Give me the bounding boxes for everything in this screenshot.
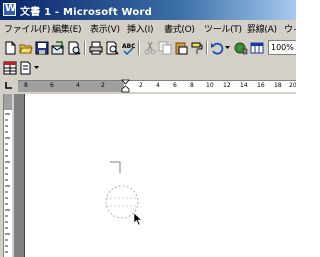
open-folder-icon[interactable]	[19, 41, 33, 55]
ruler-label: 14	[240, 82, 248, 89]
new-document-icon[interactable]	[3, 41, 17, 55]
menu-bar: ファイル(F) 編集(E) 表示(V) 挿入(I) 書式(O) ツール(T) 罫…	[0, 20, 296, 38]
ruler-label: 6	[50, 82, 54, 89]
print-preview-icon[interactable]	[67, 41, 81, 55]
ruler-label: 2	[139, 82, 143, 89]
menu-file[interactable]: ファイル(F)	[4, 22, 50, 35]
document-view-icon[interactable]	[19, 61, 33, 75]
menu-tools[interactable]: ツール(T)	[204, 22, 242, 35]
word-app-icon[interactable]	[3, 3, 16, 16]
ruler-label: 10	[206, 82, 214, 89]
document-area	[14, 94, 296, 257]
cut-icon[interactable]	[143, 41, 157, 55]
document-page[interactable]	[24, 94, 296, 257]
word-window: 文書 1 - Microsoft Word ファイル(F) 編集(E) 表示(V…	[0, 0, 296, 257]
vertical-ruler-ticks	[5, 113, 10, 253]
horizontal-ruler: 8 6 4 2 2 4 6 8 10 12 14 16 18 20	[0, 78, 296, 94]
undo-icon[interactable]	[210, 41, 224, 55]
insert-hyperlink-icon[interactable]	[234, 41, 248, 55]
title-bar[interactable]: 文書 1 - Microsoft Word	[0, 0, 296, 20]
ruler-label: 6	[173, 82, 177, 89]
window-title: 文書 1 - Microsoft Word	[20, 7, 152, 18]
vertical-ruler-strip[interactable]	[3, 94, 12, 257]
corner-mark	[110, 161, 121, 173]
standard-toolbar: ABC 100%	[0, 38, 296, 58]
ruler-left-margin	[18, 81, 124, 92]
save-icon[interactable]	[35, 41, 49, 55]
ruler-label: 8	[190, 82, 194, 89]
menu-edit[interactable]: 編集(E)	[52, 22, 82, 35]
dashed-circle-shape	[105, 185, 139, 219]
menu-format[interactable]: 書式(O)	[164, 22, 195, 35]
menu-view[interactable]: 表示(V)	[90, 22, 120, 35]
ruler-label: 16	[257, 82, 265, 89]
zoom-combobox[interactable]: 100%	[268, 40, 296, 55]
ruler-label: 4	[156, 82, 160, 89]
ruler-label: 2	[101, 82, 105, 89]
ruler-label: 4	[76, 82, 80, 89]
toolbar-separator	[84, 41, 86, 55]
toolbar-options-dropdown-icon[interactable]	[34, 66, 39, 70]
menu-window[interactable]: ウィ	[284, 22, 296, 35]
format-painter-icon[interactable]	[190, 41, 204, 55]
toolbar-separator	[206, 41, 208, 55]
page-drawing-layer	[105, 161, 143, 226]
ruler-label: 8	[24, 82, 28, 89]
email-icon[interactable]	[51, 41, 65, 55]
tab-selector-icon[interactable]	[4, 81, 13, 90]
copy-icon[interactable]	[158, 41, 172, 55]
paste-icon[interactable]	[174, 41, 188, 55]
ruler-label: 20	[289, 82, 296, 89]
tables-borders-icon[interactable]	[250, 41, 264, 55]
vertical-ruler	[0, 94, 14, 257]
secondary-toolbar	[0, 58, 296, 78]
menu-table[interactable]: 罫線(A)	[247, 22, 277, 35]
toolbar-separator	[138, 41, 140, 55]
mouse-cursor-icon	[133, 212, 143, 226]
table-grid-icon[interactable]	[3, 61, 17, 75]
ruler-label: 18	[274, 82, 282, 89]
indent-marker-icon[interactable]	[121, 79, 130, 93]
ruler-label: 12	[223, 82, 231, 89]
undo-dropdown-icon[interactable]	[225, 46, 230, 50]
print-preview-page-icon[interactable]	[105, 41, 119, 55]
menu-insert[interactable]: 挿入(I)	[127, 22, 153, 35]
print-icon[interactable]	[89, 41, 103, 55]
ruler-strip[interactable]: 8 6 4 2 2 4 6 8 10 12 14 16 18 20	[18, 79, 296, 93]
spell-check-icon[interactable]: ABC	[121, 41, 135, 55]
